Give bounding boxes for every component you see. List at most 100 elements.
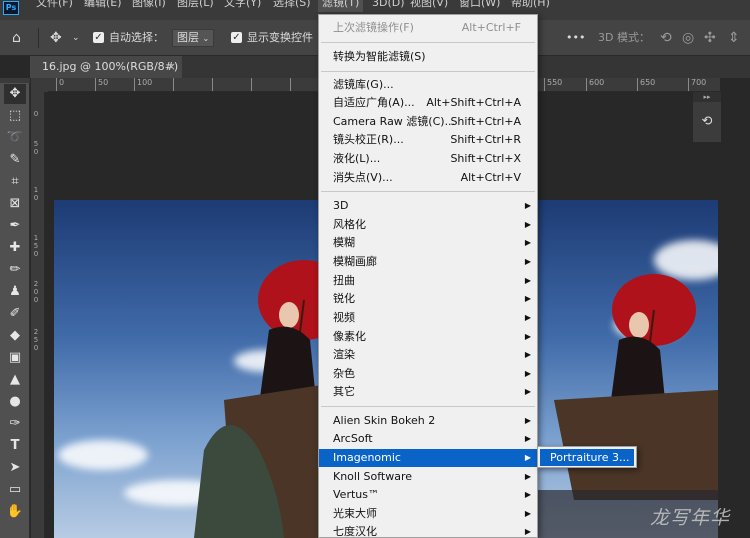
- ruler-tick-label: 650: [637, 78, 655, 91]
- ruler-corner: [31, 78, 48, 92]
- menu-item-adaptive-wide-angle[interactable]: 自适应广角(A)... Alt+Shift+Ctrl+A: [319, 94, 537, 112]
- menu-item-other[interactable]: 其它 ▶: [319, 383, 537, 401]
- menu-item-label: Alien Skin Bokeh 2: [333, 414, 436, 427]
- rectangle-tool-icon[interactable]: ▭: [4, 480, 26, 500]
- menu-item-sharpen[interactable]: 锐化 ▶: [319, 290, 537, 308]
- menu-item-alien-skin-bokeh[interactable]: Alien Skin Bokeh 2 ▶: [319, 412, 537, 430]
- tools-panel-header[interactable]: [0, 78, 30, 83]
- menu-edit[interactable]: 编辑(E): [84, 0, 122, 12]
- type-tool-icon[interactable]: T: [4, 436, 26, 456]
- menu-3d[interactable]: 3D(D): [372, 0, 405, 12]
- 3d-mode-label: 3D 模式：: [598, 31, 650, 44]
- marquee-tool-icon[interactable]: ⬚: [4, 106, 26, 126]
- move-tool-icon[interactable]: ✥: [50, 20, 62, 56]
- gradient-tool-icon[interactable]: ▣: [4, 348, 26, 368]
- menu-item-3d[interactable]: 3D ▶: [319, 197, 537, 215]
- menu-divider: [321, 71, 535, 72]
- menu-item-portraiture[interactable]: Portraiture 3...: [540, 449, 634, 466]
- menu-layer[interactable]: 图层(L): [177, 0, 214, 12]
- menu-item-distort[interactable]: 扭曲 ▶: [319, 272, 537, 290]
- 3d-orbit-icon[interactable]: ⟲: [660, 20, 672, 56]
- close-icon[interactable]: ×: [167, 56, 176, 78]
- menu-item-arcsoft[interactable]: ArcSoft ▶: [319, 430, 537, 448]
- quick-select-tool-icon[interactable]: ✎: [4, 150, 26, 170]
- lasso-tool-icon[interactable]: ➰: [4, 128, 26, 148]
- menu-item-label: 镜头校正(R)...: [333, 133, 404, 146]
- ruler-tick-label: 0: [33, 288, 39, 296]
- menu-item-label: 锐化: [333, 292, 355, 305]
- move-tool-icon[interactable]: ✥: [4, 84, 26, 104]
- menu-type[interactable]: 文字(Y): [224, 0, 261, 12]
- path-select-tool-icon[interactable]: ➤: [4, 458, 26, 478]
- home-icon[interactable]: ⌂: [12, 20, 21, 56]
- menu-item-knoll-software[interactable]: Knoll Software ▶: [319, 468, 537, 486]
- menu-item-vertus[interactable]: Vertus™ ▶: [319, 486, 537, 504]
- menu-file[interactable]: 文件(F): [36, 0, 73, 12]
- menu-item-last-filter[interactable]: 上次滤镜操作(F) Alt+Ctrl+F: [319, 19, 537, 37]
- menu-item-camera-raw[interactable]: Camera Raw 滤镜(C)... Shift+Ctrl+A: [319, 113, 537, 131]
- menu-item-label: 扭曲: [333, 274, 355, 287]
- menu-item-beam-master[interactable]: 光束大师 ▶: [319, 505, 537, 523]
- menu-item-label: 模糊画廊: [333, 255, 377, 268]
- photoshop-logo-icon: Ps: [3, 1, 19, 15]
- ruler-tick-label: 100: [134, 78, 152, 91]
- menu-item-lens-correction[interactable]: 镜头校正(R)... Shift+Ctrl+R: [319, 131, 537, 149]
- menu-item-vanishing-point[interactable]: 消失点(V)... Alt+Ctrl+V: [319, 169, 537, 187]
- brush-tool-icon[interactable]: ✏: [4, 260, 26, 280]
- eyedropper-tool-icon[interactable]: ✒: [4, 216, 26, 236]
- menu-view[interactable]: 视图(V): [410, 0, 448, 12]
- healing-brush-tool-icon[interactable]: ✚: [4, 238, 26, 258]
- menu-item-pixelate[interactable]: 像素化 ▶: [319, 328, 537, 346]
- hand-tool-icon[interactable]: ✋: [4, 502, 26, 522]
- menu-image[interactable]: 图像(I): [132, 0, 166, 12]
- menu-item-label: 滤镜库(G)...: [333, 78, 394, 91]
- history-panel-icon[interactable]: ⟲: [693, 102, 721, 142]
- menu-item-stylize[interactable]: 风格化 ▶: [319, 216, 537, 234]
- eraser-tool-icon[interactable]: ◆: [4, 326, 26, 346]
- menu-item-noise[interactable]: 杂色 ▶: [319, 365, 537, 383]
- history-brush-tool-icon[interactable]: ✐: [4, 304, 26, 324]
- more-options-button[interactable]: •••: [566, 20, 585, 56]
- pen-tool-icon[interactable]: ✑: [4, 414, 26, 434]
- document-tab[interactable]: 16.jpg @ 100%(RGB/8#) ×: [30, 56, 182, 78]
- ruler-tick: [212, 78, 215, 91]
- menu-window[interactable]: 窗口(W): [459, 0, 500, 12]
- chevron-right-icon: ▶: [524, 527, 531, 536]
- menu-item-imagenomic[interactable]: Imagenomic ▶: [319, 449, 537, 467]
- menu-item-label: 视频: [333, 311, 355, 324]
- dodge-tool-icon[interactable]: ●: [4, 392, 26, 412]
- show-transform-checkbox[interactable]: ✓: [231, 32, 242, 43]
- 3d-roll-icon[interactable]: ◎: [682, 20, 694, 56]
- blur-tool-icon[interactable]: ▲: [4, 370, 26, 390]
- vertical-ruler: 0 5 0 1 0 1 5 0 2 0 0 2 5 0: [31, 92, 45, 538]
- auto-select-checkbox[interactable]: ✓: [93, 32, 104, 43]
- chevron-right-icon: ▶: [524, 313, 531, 322]
- menu-filter[interactable]: 滤镜(T): [318, 0, 364, 12]
- ruler-tick-label: 0: [56, 78, 64, 91]
- chevron-down-icon[interactable]: ⌄: [72, 20, 80, 56]
- menu-item-convert-smart-filter[interactable]: 转换为智能滤镜(S): [319, 48, 537, 66]
- panel-collapse-icon[interactable]: ▸▸: [693, 92, 721, 102]
- chevron-right-icon: ▶: [524, 472, 531, 481]
- frame-tool-icon[interactable]: ⊠: [4, 194, 26, 214]
- boat: [554, 390, 718, 500]
- auto-select-dropdown[interactable]: 图层 ⌄: [172, 29, 214, 47]
- menu-item-blur-gallery[interactable]: 模糊画廊 ▶: [319, 253, 537, 271]
- menu-item-render[interactable]: 渲染 ▶: [319, 346, 537, 364]
- crop-tool-icon[interactable]: ⌗: [4, 172, 26, 192]
- ruler-tick-label: 0: [33, 344, 39, 352]
- menu-item-filter-gallery[interactable]: 滤镜库(G)...: [319, 76, 537, 94]
- menu-item-liquify[interactable]: 液化(L)... Shift+Ctrl+X: [319, 150, 537, 168]
- 3d-slide-icon[interactable]: ⇕: [728, 20, 740, 56]
- menu-select[interactable]: 选择(S): [273, 0, 311, 12]
- menu-item-label: 模糊: [333, 236, 355, 249]
- menu-item-label: 七度汉化: [333, 525, 377, 538]
- menu-item-blur[interactable]: 模糊 ▶: [319, 234, 537, 252]
- menu-item-label: 风格化: [333, 218, 366, 231]
- chevron-right-icon: ▶: [524, 509, 531, 518]
- 3d-pan-icon[interactable]: ✣: [704, 20, 716, 56]
- clone-stamp-tool-icon[interactable]: ♟: [4, 282, 26, 302]
- menu-item-qidu-hanhua[interactable]: 七度汉化 ▶: [319, 523, 537, 538]
- menu-item-video[interactable]: 视频 ▶: [319, 309, 537, 327]
- menu-help[interactable]: 帮助(H): [511, 0, 550, 12]
